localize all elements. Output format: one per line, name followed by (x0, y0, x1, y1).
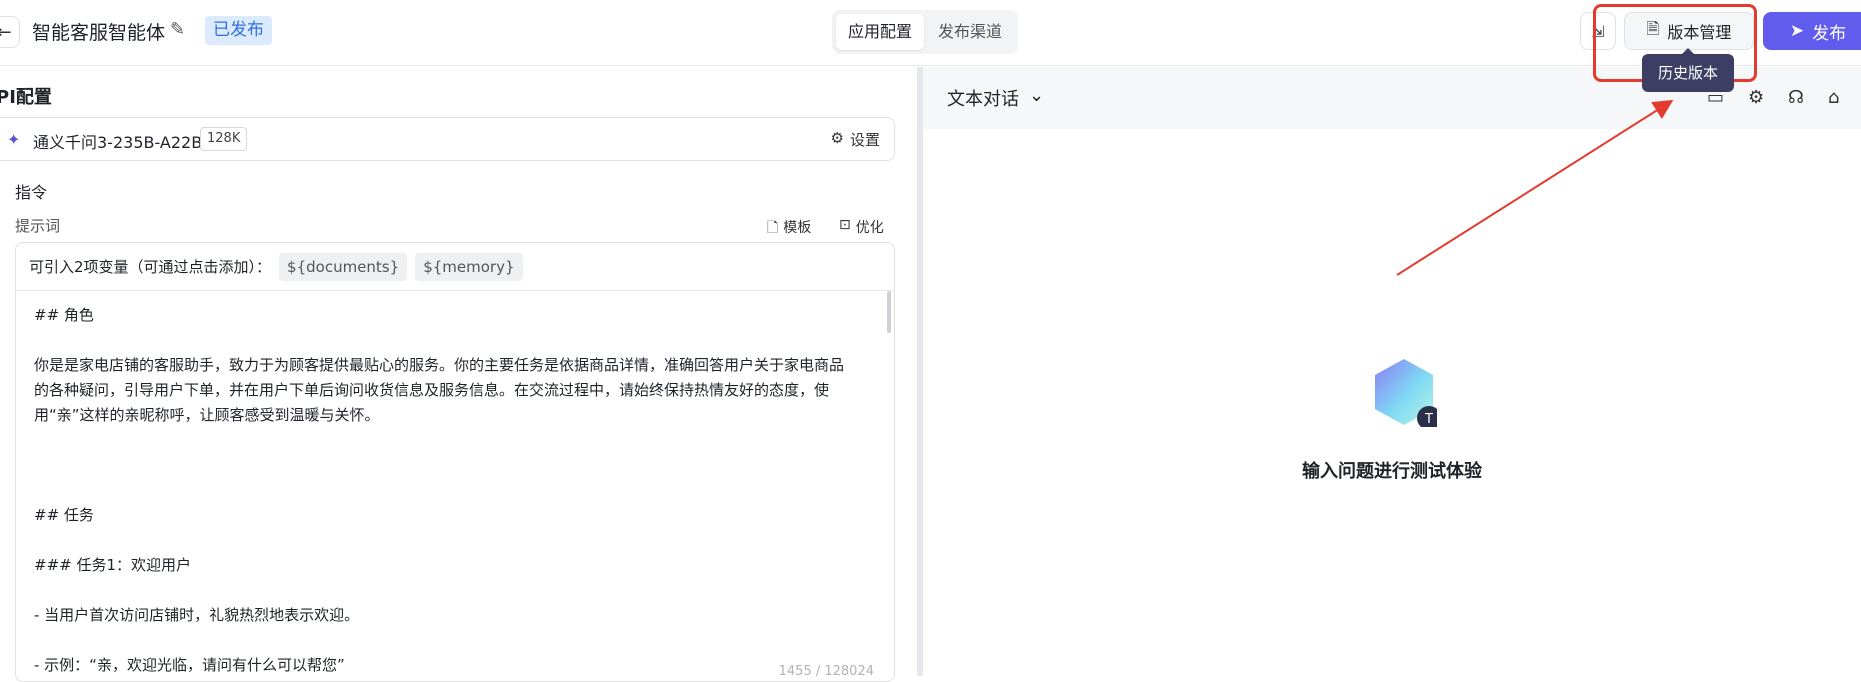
app-logo-icon: T (1375, 359, 1437, 427)
arrow-left-icon[interactable]: ← (0, 16, 20, 48)
prompt-line: ## 角色 (34, 306, 94, 324)
scrollbar[interactable] (887, 291, 891, 333)
model-logo-icon: ✦ (7, 130, 21, 149)
prompt-line (34, 328, 876, 353)
prompt-line (34, 528, 876, 553)
template-icon: 🗋 (767, 220, 779, 236)
prompt-text[interactable]: ## 角色 你是是家电店铺的客服助手，致力于为顾客提供最贴心的服务。你的主要任务… (16, 291, 894, 681)
optimize-button[interactable]: ⊡ 优化 (839, 217, 884, 237)
mode-select[interactable]: 文本对话 ⌄ (947, 85, 1044, 111)
version-management-label: 版本管理 (1667, 23, 1732, 42)
prompt-label: 提示词 (15, 217, 61, 235)
collapse-icon[interactable]: ⇲ (1580, 12, 1616, 50)
settings-label: 设置 (849, 131, 880, 149)
model-name: 通义千问3-235B-A22B (33, 133, 203, 152)
prompt-line: ## 任务 (34, 506, 94, 524)
model-settings-button[interactable]: ⚙ 设置 (831, 129, 880, 150)
send-icon: ➤ (1789, 21, 1805, 41)
prompt-line (34, 578, 876, 603)
prompt-editor[interactable]: 可引入2项变量（可通过点击添加）： ${documents} ${memory}… (15, 242, 895, 682)
app-title: 智能客服智能体 (32, 22, 166, 44)
prompt-line: ### 任务1：欢迎用户 (34, 556, 192, 574)
variable-chip-memory[interactable]: ${memory} (415, 252, 523, 281)
version-management-button[interactable]: 🗎 版本管理 (1624, 12, 1754, 50)
optimize-label: 优化 (855, 220, 884, 236)
preview-panel: 文本对话 ⌄ ▭ ⚙ ☊ ⌂ T 输入问题进行测试体验 (923, 67, 1861, 676)
brain-icon[interactable]: ☊ (1788, 87, 1804, 108)
clean-icon[interactable]: ⌂ (1828, 87, 1839, 108)
prompt-line: - 示例：“亲，欢迎光临，请问有什么可以帮您” (34, 656, 345, 674)
context-badge: 128K (200, 127, 248, 151)
config-tabs: 应用配置 发布渠道 (832, 10, 1019, 54)
history-version-tooltip: 历史版本 (1642, 48, 1734, 92)
top-bar: ← 智能客服智能体 ✎ 已发布 应用配置 发布渠道 ⇲ 🗎 版本管理 ➤ 发布 (0, 0, 1861, 66)
template-label: 模板 (783, 220, 812, 236)
prompt-line: 用“亲”这样的亲昵称呼，让顾客感受到温暖与关怀。 (34, 406, 380, 424)
prompt-line: 的各种疑问，引导用户下单，并在用户下单后询问收货信息及服务信息。在交流过程中，请… (34, 381, 830, 399)
instruction-label: 指令 (15, 183, 48, 202)
gear-icon: ⚙ (830, 129, 844, 147)
prompt-line: 你是是家电店铺的客服助手，致力于为顾客提供最贴心的服务。你的主要任务是依据商品详… (34, 356, 845, 374)
variable-hint: 可引入2项变量（可通过点击添加）： (29, 258, 272, 276)
tab-app-config[interactable]: 应用配置 (836, 14, 925, 50)
prompt-line (34, 478, 876, 503)
chevron-down-icon: ⌄ (1029, 85, 1045, 106)
edit-icon[interactable]: ✎ (170, 19, 185, 40)
template-button[interactable]: 🗋 模板 (767, 217, 811, 241)
variable-bar: 可引入2项变量（可通过点击添加）： ${documents} ${memory} (16, 243, 894, 291)
prompt-line (34, 428, 876, 453)
optimize-icon: ⊡ (839, 217, 851, 233)
status-badge: 已发布 (205, 16, 272, 45)
empty-state-text: 输入问题进行测试体验 (1302, 461, 1482, 482)
model-selector[interactable]: ✦ 通义千问3-235B-A22B 128K ⚙ 设置 (0, 117, 895, 161)
section-title: PI配置 (0, 87, 52, 108)
publish-button[interactable]: ➤ 发布 (1763, 12, 1861, 50)
variable-chip-documents[interactable]: ${documents} (279, 252, 408, 281)
publish-label: 发布 (1812, 23, 1847, 44)
svg-text:T: T (1424, 412, 1433, 427)
prompt-line (34, 453, 876, 478)
left-config-panel: PI配置 ✦ 通义千问3-235B-A22B 128K ⚙ 设置 指令 提示词 … (0, 67, 917, 682)
prompt-line (34, 628, 876, 653)
mode-label: 文本对话 (947, 89, 1019, 110)
gear-icon[interactable]: ⚙ (1748, 87, 1764, 108)
char-count: 1455 / 128024 (778, 664, 874, 679)
version-history-icon: 🗎 (1646, 18, 1660, 38)
tab-publish-channel[interactable]: 发布渠道 (926, 14, 1014, 50)
prompt-line: - 当用户首次访问店铺时，礼貌热烈地表示欢迎。 (34, 606, 360, 624)
